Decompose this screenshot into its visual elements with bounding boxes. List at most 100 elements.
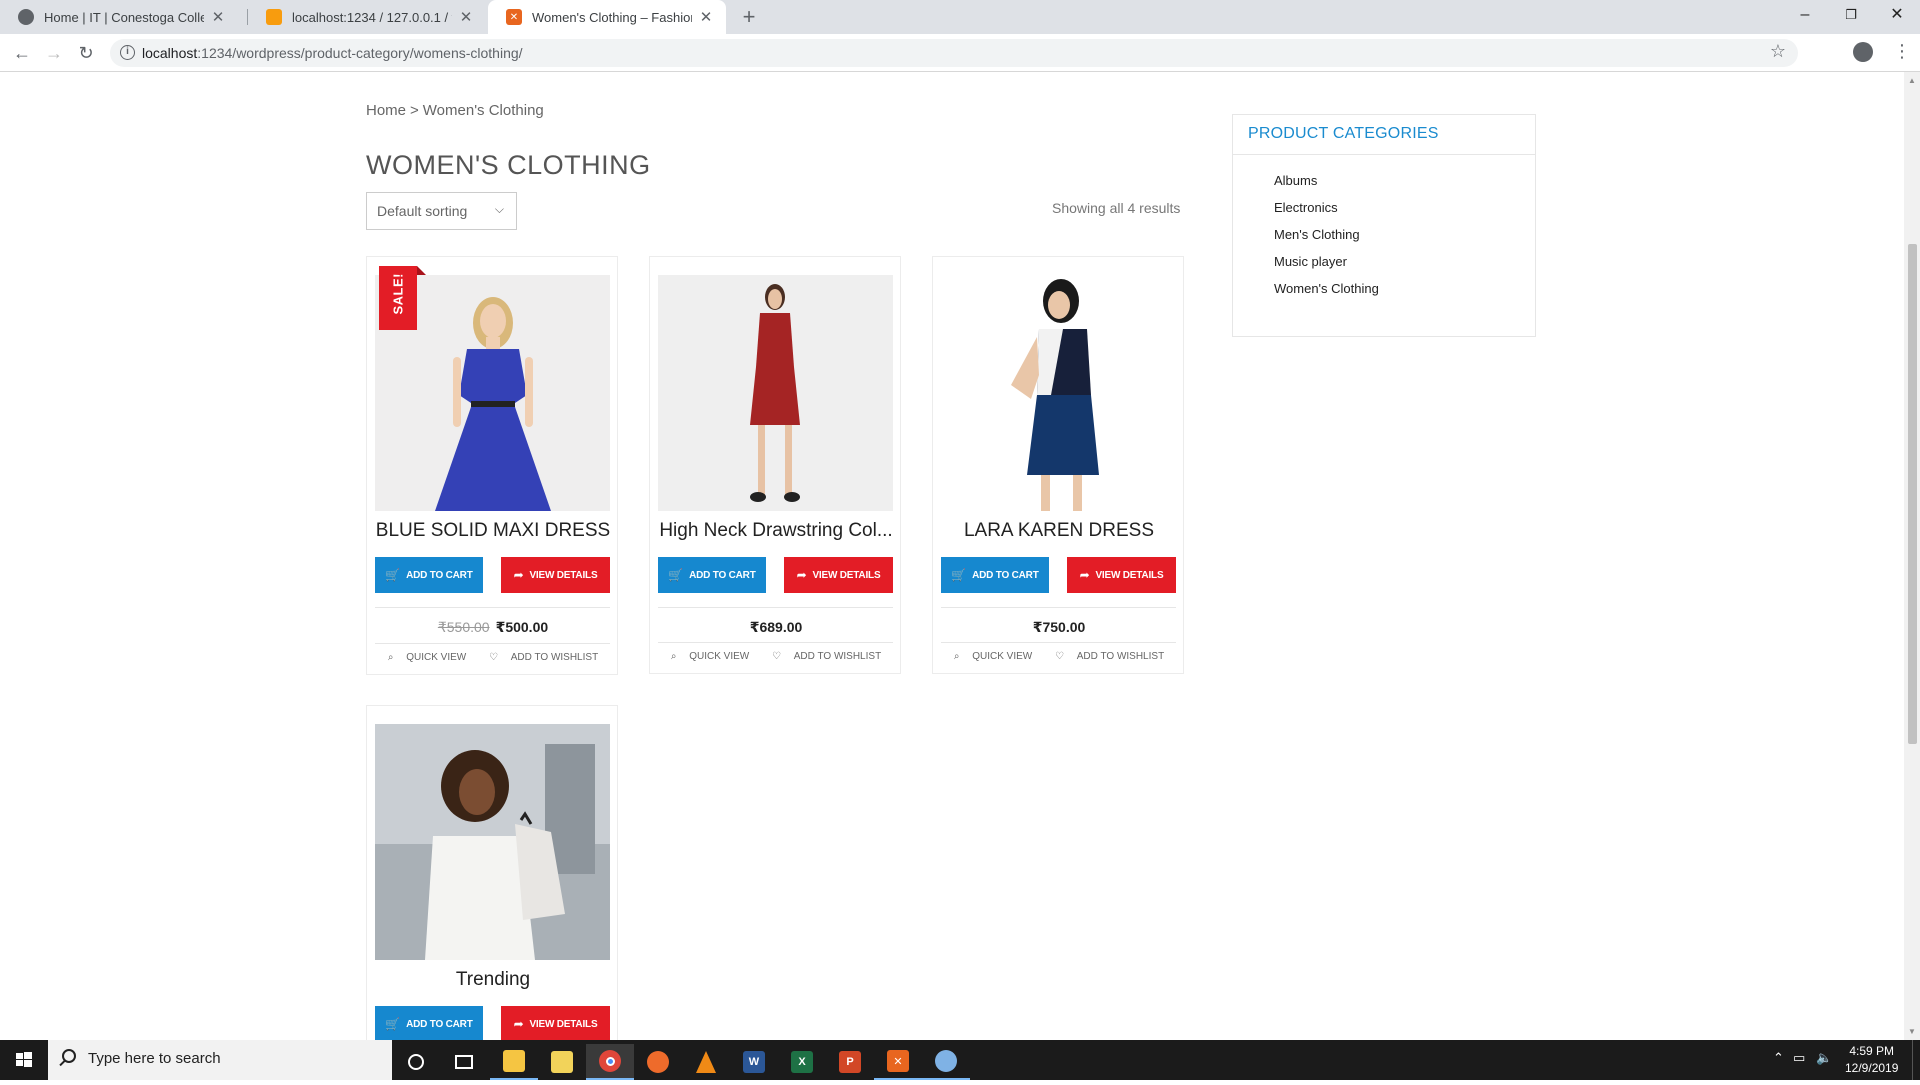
tab-womens-clothing[interactable]: ✕ Women's Clothing – Fashion Wo ✕ bbox=[488, 0, 726, 34]
xampp-icon[interactable]: ✕ bbox=[874, 1044, 922, 1080]
sale-badge-text: SALE! bbox=[390, 273, 406, 315]
network-icon[interactable]: ▭ bbox=[1793, 1050, 1805, 1066]
xampp-icon: ✕ bbox=[506, 9, 522, 25]
product-name[interactable]: Trending bbox=[367, 969, 619, 991]
tab-strip: Home | IT | Conestoga College ✕ localhos… bbox=[0, 0, 1920, 34]
chevron-down-icon: ⌵ bbox=[494, 202, 504, 216]
url-text[interactable]: localhost:1234/wordpress/product-categor… bbox=[142, 45, 523, 61]
add-to-cart-button[interactable]: 🛒 ADD TO CART bbox=[375, 1006, 483, 1040]
chrome-icon[interactable] bbox=[586, 1044, 634, 1080]
sticky-notes-icon[interactable] bbox=[538, 1044, 586, 1080]
view-details-button[interactable]: ➦ VIEW DETAILS bbox=[784, 557, 893, 593]
product-price: ₹550.00 ₹500.00 bbox=[367, 619, 619, 636]
vlc-icon[interactable] bbox=[682, 1044, 730, 1080]
divider bbox=[658, 607, 893, 608]
view-details-button[interactable]: ➦ VIEW DETAILS bbox=[501, 557, 610, 593]
product-image[interactable] bbox=[375, 724, 610, 960]
scrollbar-thumb[interactable] bbox=[1908, 244, 1917, 744]
product-name[interactable]: High Neck Drawstring Col... bbox=[650, 520, 902, 542]
word-icon[interactable]: W bbox=[730, 1044, 778, 1080]
volume-icon[interactable]: 🔈 bbox=[1816, 1050, 1832, 1066]
paint-icon[interactable] bbox=[922, 1044, 970, 1080]
minimize-button[interactable]: – bbox=[1782, 0, 1828, 30]
category-link-electronics[interactable]: Electronics bbox=[1274, 200, 1535, 227]
product-name[interactable]: BLUE SOLID MAXI DRESS bbox=[367, 520, 619, 542]
sorting-select[interactable]: Default sorting ⌵ bbox=[366, 192, 517, 230]
button-label: ADD TO CART bbox=[972, 569, 1039, 581]
cortana-icon[interactable] bbox=[392, 1044, 440, 1080]
add-to-cart-button[interactable]: 🛒 ADD TO CART bbox=[941, 557, 1049, 593]
file-explorer-icon[interactable] bbox=[490, 1044, 538, 1080]
link-label: ADD TO WISHLIST bbox=[1076, 651, 1165, 662]
add-to-cart-button[interactable]: 🛒 ADD TO CART bbox=[375, 557, 483, 593]
product-image[interactable] bbox=[941, 275, 1176, 511]
tab-conestoga[interactable]: Home | IT | Conestoga College ✕ bbox=[0, 0, 238, 34]
add-to-cart-button[interactable]: 🛒 ADD TO CART bbox=[658, 557, 766, 593]
tab-phpmyadmin[interactable]: localhost:1234 / 127.0.0.1 / word ✕ bbox=[248, 0, 486, 34]
windows-taskbar: Type here to search W X P ✕ ⌃ ▭ 🔈 4:59 P… bbox=[0, 1040, 1920, 1080]
search-icon: ⌕ bbox=[387, 652, 397, 663]
info-icon[interactable]: i bbox=[120, 45, 135, 60]
back-button[interactable]: ← bbox=[8, 39, 36, 67]
link-label: QUICK VIEW bbox=[689, 651, 750, 662]
phpmyadmin-icon bbox=[266, 9, 282, 25]
category-link-albums[interactable]: Albums bbox=[1274, 173, 1535, 200]
excel-icon[interactable]: X bbox=[778, 1044, 826, 1080]
profile-avatar-icon[interactable] bbox=[1853, 42, 1873, 62]
breadcrumb: Home > Women's Clothing bbox=[366, 102, 548, 119]
page-scrollbar[interactable]: ▲ ▼ bbox=[1904, 72, 1920, 1040]
close-tab-icon[interactable]: ✕ bbox=[458, 8, 474, 26]
breadcrumb-separator: > bbox=[410, 102, 419, 119]
category-list: Albums Electronics Men's Clothing Music … bbox=[1233, 155, 1535, 308]
powerpoint-icon[interactable]: P bbox=[826, 1044, 874, 1080]
tab-title: localhost:1234 / 127.0.0.1 / word bbox=[292, 9, 452, 25]
add-to-wishlist-link[interactable]: ♡ ADD TO WISHLIST bbox=[767, 651, 886, 662]
scroll-down-arrow-icon[interactable]: ▼ bbox=[1908, 1027, 1916, 1036]
tab-title: Women's Clothing – Fashion Wo bbox=[532, 9, 692, 25]
url-path: :1234/wordpress/product-category/womens-… bbox=[197, 45, 523, 61]
product-name[interactable]: LARA KAREN DRESS bbox=[933, 520, 1185, 542]
close-tab-icon[interactable]: ✕ bbox=[210, 8, 226, 26]
chevron-up-icon[interactable]: ⌃ bbox=[1773, 1050, 1784, 1066]
task-view-icon[interactable] bbox=[440, 1044, 488, 1080]
close-window-button[interactable]: ✕ bbox=[1874, 0, 1920, 30]
firefox-icon[interactable] bbox=[634, 1044, 682, 1080]
reload-button[interactable]: ↻ bbox=[72, 39, 100, 67]
scroll-up-arrow-icon[interactable]: ▲ bbox=[1908, 76, 1916, 85]
quick-view-link[interactable]: ⌕ QUICK VIEW bbox=[383, 652, 471, 663]
view-details-button[interactable]: ➦ VIEW DETAILS bbox=[1067, 557, 1176, 593]
share-arrow-icon: ➦ bbox=[513, 568, 524, 582]
search-icon: ⌕ bbox=[953, 651, 963, 662]
divider bbox=[941, 607, 1176, 608]
quick-view-link[interactable]: ⌕ QUICK VIEW bbox=[666, 651, 754, 662]
system-clock[interactable]: 4:59 PM 12/9/2019 bbox=[1845, 1043, 1898, 1077]
restore-button[interactable]: ❐ bbox=[1828, 0, 1874, 30]
breadcrumb-home-link[interactable]: Home bbox=[366, 102, 406, 119]
quick-view-link[interactable]: ⌕ QUICK VIEW bbox=[949, 651, 1037, 662]
address-bar[interactable]: i localhost:1234/wordpress/product-categ… bbox=[110, 39, 1798, 67]
cart-icon: 🛒 bbox=[385, 1017, 401, 1031]
windows-start-button[interactable] bbox=[0, 1040, 48, 1080]
menu-kebab-icon[interactable]: ⋮ bbox=[1893, 40, 1911, 62]
product-card: High Neck Drawstring Col... 🛒 ADD TO CART… bbox=[649, 256, 901, 674]
new-tab-button[interactable]: + bbox=[736, 4, 762, 30]
category-link-music-player[interactable]: Music player bbox=[1274, 254, 1535, 281]
share-arrow-icon: ➦ bbox=[513, 1017, 524, 1031]
taskbar-search-box[interactable]: Type here to search bbox=[48, 1040, 392, 1080]
close-tab-icon[interactable]: ✕ bbox=[698, 8, 714, 26]
cart-icon: 🛒 bbox=[385, 568, 401, 582]
heart-icon: ♡ bbox=[489, 652, 501, 663]
product-image[interactable] bbox=[658, 275, 893, 511]
show-desktop-button[interactable] bbox=[1912, 1040, 1920, 1080]
old-price: ₹550.00 bbox=[437, 619, 490, 635]
category-link-mens-clothing[interactable]: Men's Clothing bbox=[1274, 227, 1535, 254]
category-link-womens-clothing[interactable]: Women's Clothing bbox=[1274, 281, 1535, 308]
add-to-wishlist-link[interactable]: ♡ ADD TO WISHLIST bbox=[1050, 651, 1169, 662]
view-details-button[interactable]: ➦ VIEW DETAILS bbox=[501, 1006, 610, 1040]
bookmark-star-icon[interactable]: ☆ bbox=[1770, 41, 1786, 62]
add-to-wishlist-link[interactable]: ♡ ADD TO WISHLIST bbox=[484, 652, 603, 663]
breadcrumb-current: Women's Clothing bbox=[422, 102, 544, 119]
product-actions: ⌕ QUICK VIEW ♡ ADD TO WISHLIST bbox=[650, 651, 902, 662]
forward-button[interactable]: → bbox=[40, 39, 68, 67]
search-icon bbox=[62, 1049, 76, 1063]
